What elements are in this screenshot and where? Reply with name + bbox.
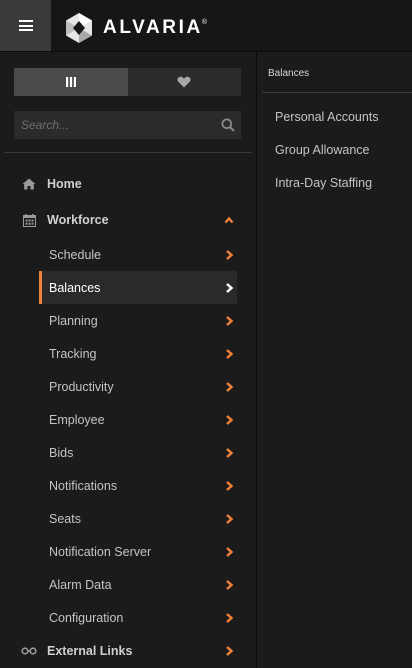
chevron-right-icon: [226, 414, 234, 425]
sidebar-item-bids[interactable]: Bids: [0, 436, 257, 469]
selected-indicator: [39, 271, 42, 304]
all-menus-toggle[interactable]: [14, 68, 128, 96]
sidebar-item-notifications[interactable]: Notifications: [0, 469, 257, 502]
sidebar-item-seats[interactable]: Seats: [0, 502, 257, 535]
hamburger-icon: [18, 20, 33, 31]
sidebar-item-label: Tracking: [49, 346, 97, 361]
sidebar-item-label: Schedule: [49, 247, 102, 262]
sidebar-nav: Home Workforce Schedule Balances Plannin…: [0, 166, 257, 667]
submenu-list: Personal Accounts Group Allowance Intra-…: [275, 110, 379, 209]
sidebar-item-label: Alarm Data: [49, 577, 112, 592]
chevron-right-icon: [226, 579, 234, 590]
submenu-panel: Balances Personal Accounts Group Allowan…: [258, 52, 412, 668]
search-input[interactable]: [14, 118, 215, 132]
search-button[interactable]: [215, 118, 241, 132]
submenu-item-intra-day-staffing[interactable]: Intra-Day Staffing: [275, 176, 379, 209]
heart-icon: [177, 76, 191, 88]
chevron-right-icon: [226, 282, 234, 293]
search-icon: [221, 118, 235, 132]
sidebar-divider: [4, 152, 252, 153]
chevron-right-icon: [226, 315, 234, 326]
link-icon: [21, 644, 37, 658]
sidebar-item-label: Seats: [49, 511, 81, 526]
sidebar-item-label: Productivity: [49, 379, 114, 394]
sidebar-item-home[interactable]: Home: [0, 166, 257, 202]
chevron-right-icon: [226, 645, 234, 656]
view-toggle: [14, 68, 241, 96]
sidebar-item-notification-server[interactable]: Notification Server: [0, 535, 257, 568]
sidebar-item-balances[interactable]: Balances: [39, 271, 237, 304]
top-bar: ALVARIA ®: [0, 0, 412, 52]
sidebar-item-label: Planning: [49, 313, 98, 328]
submenu-title: Balances: [268, 68, 310, 79]
chevron-right-icon: [226, 447, 234, 458]
brand-name: ALVARIA: [103, 17, 203, 38]
sidebar-item-external-links[interactable]: External Links: [0, 634, 257, 667]
sidebar-item-label: Notification Server: [49, 544, 152, 559]
search-box: [14, 111, 241, 139]
sidebar-item-productivity[interactable]: Productivity: [0, 370, 257, 403]
chevron-right-icon: [226, 480, 234, 491]
submenu-item-personal-accounts[interactable]: Personal Accounts: [275, 110, 379, 143]
sidebar-item-configuration[interactable]: Configuration: [0, 601, 257, 634]
chevron-right-icon: [226, 249, 234, 260]
sidebar-item-label: Workforce: [47, 213, 109, 227]
sidebar: Home Workforce: [0, 52, 257, 668]
favorites-toggle[interactable]: [127, 68, 241, 96]
sidebar-item-tracking[interactable]: Tracking: [0, 337, 257, 370]
sidebar-item-label: Balances: [49, 280, 101, 295]
sidebar-item-alarm-data[interactable]: Alarm Data: [0, 568, 257, 601]
submenu-divider: [262, 92, 412, 93]
sidebar-item-label: Employee: [49, 412, 105, 427]
menu-button[interactable]: [0, 0, 51, 51]
brand-logo: ALVARIA ®: [63, 12, 207, 44]
chevron-right-icon: [226, 513, 234, 524]
sidebar-item-schedule[interactable]: Schedule: [0, 238, 257, 271]
bars-icon: [65, 77, 76, 87]
chevron-right-icon: [226, 381, 234, 392]
sidebar-item-planning[interactable]: Planning: [0, 304, 257, 337]
chevron-right-icon: [226, 348, 234, 359]
submenu-item-group-allowance[interactable]: Group Allowance: [275, 143, 379, 176]
trademark: ®: [201, 19, 207, 26]
sidebar-item-label: Home: [47, 177, 82, 191]
chevron-right-icon: [226, 612, 234, 623]
sidebar-item-label: Configuration: [49, 610, 124, 625]
chevron-right-icon: [226, 546, 234, 557]
sidebar-item-workforce[interactable]: Workforce: [0, 202, 257, 238]
sidebar-item-label: Bids: [49, 445, 74, 460]
calendar-icon: [21, 213, 37, 227]
alvaria-logo-icon: [66, 13, 92, 43]
sidebar-item-label: External Links: [47, 643, 133, 658]
sidebar-item-label: Notifications: [49, 478, 118, 493]
home-icon: [21, 177, 37, 191]
sidebar-item-employee[interactable]: Employee: [0, 403, 257, 436]
chevron-up-icon: [224, 216, 234, 224]
